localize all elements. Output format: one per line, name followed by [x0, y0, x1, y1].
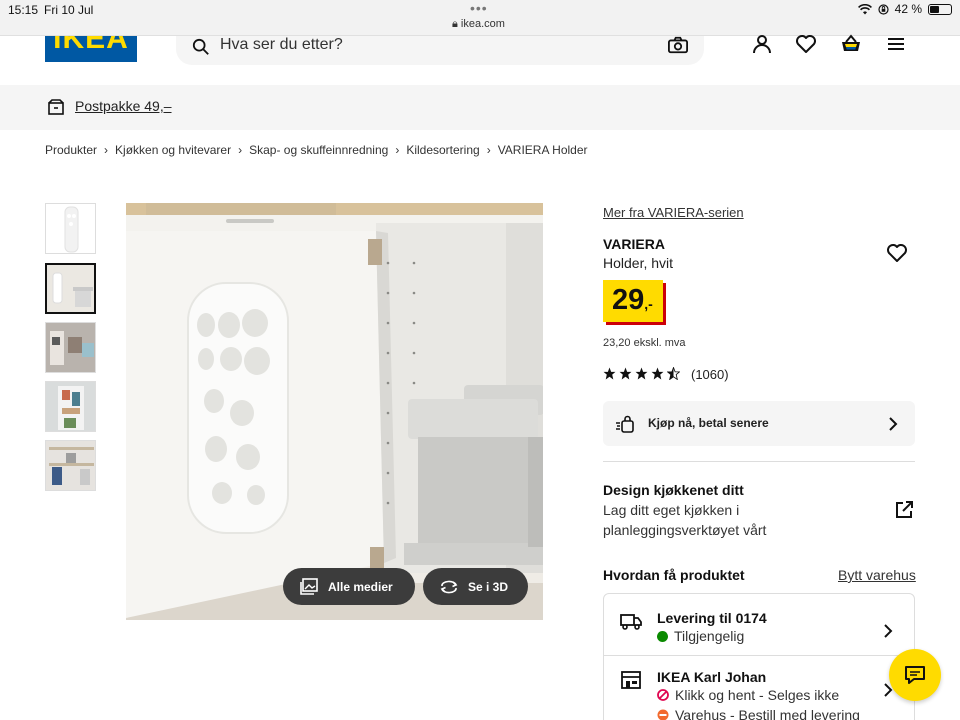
main-product-image[interactable]	[126, 203, 543, 620]
star-full-icon	[651, 367, 664, 380]
unavailable-icon	[657, 689, 669, 701]
gallery-icon	[300, 577, 318, 595]
breadcrumb: Produkter › Kjøkken og hvitevarer › Skap- …	[45, 143, 588, 157]
breadcrumb-current: VARIERA Holder	[497, 143, 588, 157]
wifi-icon	[857, 3, 872, 14]
url-text: ikea.com	[460, 18, 505, 30]
all-media-label: Alle medier	[328, 579, 393, 594]
price-excl-vat: 23,20 ekskl. mva	[603, 337, 686, 349]
external-link-icon[interactable]	[894, 500, 914, 520]
delivery-row[interactable]: Levering til 0174 Tilgjengelig	[604, 594, 914, 656]
more-dots-icon[interactable]: •••	[470, 0, 488, 16]
store-order-status: Varehus - Bestill med levering	[657, 707, 860, 720]
thumbnail-lifestyle-3[interactable]	[45, 440, 96, 491]
chevron-right-icon: ›	[486, 143, 491, 157]
star-full-icon	[635, 367, 648, 380]
click-collect-status: Klikk og hent - Selges ikke	[657, 687, 839, 703]
review-count[interactable]: (1060)	[691, 367, 729, 382]
product-description: Holder, hvit	[603, 255, 674, 271]
chevron-right-icon	[884, 624, 893, 638]
divider	[603, 461, 915, 462]
chevron-right-icon	[889, 417, 898, 431]
status-date: Fri 10 Jul	[44, 3, 94, 17]
thumbnail-lifestyle-1[interactable]	[45, 322, 96, 373]
rotate-3d-icon	[440, 580, 458, 593]
how-to-get-heading: Hvordan få produktet	[603, 567, 745, 583]
thumbnail-lifestyle-2[interactable]	[45, 381, 96, 432]
status-indicators: 42 %	[857, 2, 952, 16]
logo-text: IKEA	[53, 36, 129, 55]
truck-icon	[620, 614, 642, 630]
basket-icon[interactable]	[840, 33, 862, 55]
breadcrumb-item[interactable]: Produkter	[45, 143, 97, 157]
view-3d-label: Se i 3D	[468, 579, 509, 594]
price-suffix: ,-	[644, 296, 653, 312]
design-kitchen-title[interactable]: Design kjøkkenet ditt	[603, 482, 744, 498]
search-icon[interactable]	[192, 38, 210, 56]
thumbnail-product[interactable]	[45, 203, 96, 254]
breadcrumb-item[interactable]: Skap- og skuffeinnredning	[249, 143, 388, 157]
view-3d-button[interactable]: Se i 3D	[423, 568, 528, 605]
battery-icon	[928, 3, 952, 15]
klarna-icon	[616, 415, 634, 433]
chevron-right-icon: ›	[395, 143, 400, 157]
address-bar[interactable]: 🔒︎ ikea.com	[452, 18, 505, 31]
chat-icon	[905, 666, 925, 684]
klarna-label: Kjøp nå, betal senere	[648, 416, 769, 430]
wishlist-icon[interactable]	[795, 33, 817, 55]
star-half-icon	[667, 367, 680, 380]
series-link[interactable]: Mer fra VARIERA-serien	[603, 205, 744, 220]
search-input[interactable]	[220, 36, 650, 54]
thumbnail-cabinet[interactable]	[45, 263, 96, 314]
chevron-right-icon: ›	[104, 143, 109, 157]
delivery-status: Tilgjengelig	[657, 628, 744, 644]
add-to-wishlist-icon[interactable]	[886, 243, 908, 263]
price-main: 29	[612, 284, 645, 316]
battery-percent: 42 %	[894, 2, 922, 16]
click-collect-text: Klikk og hent - Selges ikke	[675, 687, 840, 703]
rating-stars[interactable]	[603, 367, 680, 380]
promo-bar: Postpakke 49,–	[0, 85, 960, 130]
price-tag: 29 ,-	[603, 280, 663, 322]
change-store-link[interactable]: Bytt varehus	[838, 567, 916, 583]
product-name: VARIERA	[603, 236, 665, 252]
account-icon[interactable]	[751, 33, 773, 55]
buy-now-pay-later-button[interactable]: Kjøp nå, betal senere	[603, 401, 915, 446]
promo-link[interactable]: Postpakke 49,–	[75, 98, 172, 114]
chat-button[interactable]	[889, 649, 941, 701]
store-order-text: Varehus - Bestill med levering	[675, 707, 860, 720]
lock-icon: 🔒︎	[452, 18, 458, 30]
delivery-status-text: Tilgjengelig	[674, 628, 745, 644]
star-full-icon	[603, 367, 616, 380]
all-media-button[interactable]: Alle medier	[283, 568, 415, 605]
availability-box: Levering til 0174 Tilgjengelig IKEA Karl…	[603, 593, 915, 720]
breadcrumb-item[interactable]: Kjøkken og hvitevarer	[115, 143, 231, 157]
store-title: IKEA Karl Johan	[657, 669, 767, 685]
ikea-logo[interactable]: IKEA	[45, 36, 137, 62]
design-kitchen-text: Lag ditt eget kjøkken i planleggingsverk…	[603, 502, 767, 538]
status-green-dot	[657, 630, 668, 642]
breadcrumb-item[interactable]: Kildesortering	[406, 143, 479, 157]
orientation-lock-icon	[878, 3, 889, 15]
store-icon	[621, 671, 641, 689]
parcel-icon	[48, 99, 64, 115]
store-row[interactable]: IKEA Karl Johan Klikk og hent - Selges i…	[604, 657, 914, 720]
menu-icon[interactable]	[885, 33, 907, 55]
search-bar[interactable]	[176, 36, 704, 65]
chevron-right-icon: ›	[238, 143, 243, 157]
ios-status-bar: 15:15 Fri 10 Jul ••• 🔒︎ ikea.com 42 %	[0, 0, 960, 36]
delivery-title: Levering til 0174	[657, 610, 767, 626]
warning-icon	[657, 709, 669, 720]
star-full-icon	[619, 367, 632, 380]
camera-icon[interactable]	[668, 36, 688, 54]
status-time: 15:15	[8, 3, 39, 17]
